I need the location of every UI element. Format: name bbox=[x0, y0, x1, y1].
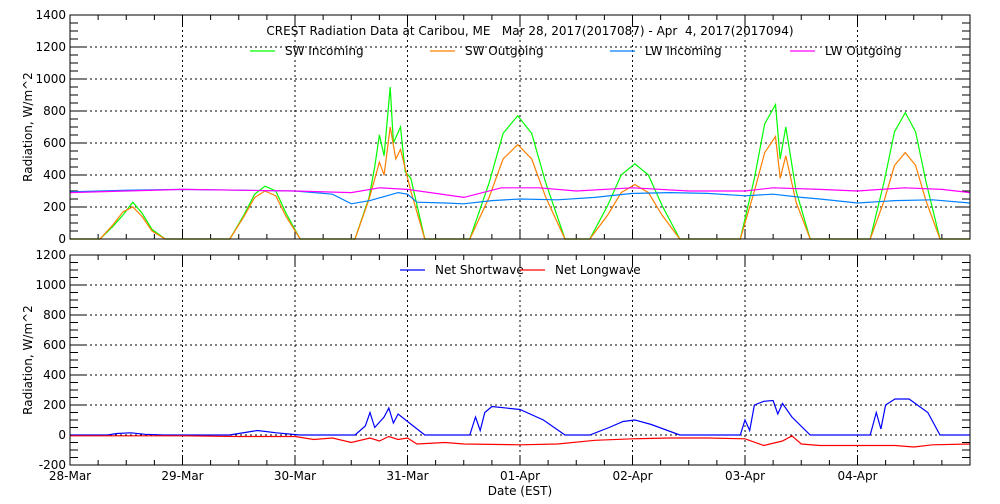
x-tick-label: 31-Mar bbox=[386, 469, 428, 483]
y-tick-label: 1000 bbox=[35, 278, 66, 292]
x-tick-label: 01-Apr bbox=[500, 469, 540, 483]
y-tick-label: 800 bbox=[43, 308, 66, 322]
x-tick-label: 29-Mar bbox=[161, 469, 203, 483]
y-tick-label: 200 bbox=[43, 200, 66, 214]
y-tick-label: 400 bbox=[43, 168, 66, 182]
y-tick-label: 1200 bbox=[35, 40, 66, 54]
y-tick-label: 400 bbox=[43, 368, 66, 382]
x-axis-label: Date (EST) bbox=[488, 484, 552, 498]
radiation-chart: 0 200 400 600 800 1000 1200 1400 SW Incoming SW O… bbox=[21, 8, 971, 498]
y-tick-label: 1400 bbox=[35, 8, 66, 22]
chart-title: CREST Radiation Data at Caribou, ME Mar … bbox=[266, 24, 793, 38]
x-tick-label: 03-Apr bbox=[725, 469, 765, 483]
legend-label-net_lw: Net Longwave bbox=[555, 263, 641, 277]
y-axis-label-top: Radiation, W/m^2 bbox=[21, 72, 35, 182]
y-tick-label: 1000 bbox=[35, 72, 66, 86]
legend-label-lw_in: LW Incoming bbox=[645, 44, 722, 58]
y-tick-label: 800 bbox=[43, 104, 66, 118]
legend-label-sw_out: SW Outgoing bbox=[465, 44, 544, 58]
legend-label-sw_in: SW Incoming bbox=[285, 44, 364, 58]
top-panel: 0 200 400 600 800 1000 1200 1400 SW Incoming SW O… bbox=[35, 8, 971, 246]
series-sw_out bbox=[70, 126, 970, 240]
bottom-panel: -200020040060080010001200Net Shortwave Ne… bbox=[35, 248, 971, 483]
y-tick-label: 1200 bbox=[35, 248, 66, 262]
x-tick-label: 02-Apr bbox=[612, 469, 652, 483]
y-tick-label: 0 bbox=[58, 428, 66, 442]
x-tick-label: 30-Mar bbox=[274, 469, 316, 483]
y-tick-label: 0 bbox=[58, 232, 66, 246]
x-tick-label: 28-Mar bbox=[49, 469, 91, 483]
y-tick-label: 200 bbox=[43, 398, 66, 412]
legend-label-net_sw: Net Shortwave bbox=[435, 263, 524, 277]
x-tick-label: 04-Apr bbox=[837, 469, 877, 483]
y-axis-label-bottom: Radiation, W/m^2 bbox=[21, 305, 35, 415]
legend-label-lw_out: LW Outgoing bbox=[825, 44, 902, 58]
y-tick-label: 600 bbox=[43, 338, 66, 352]
y-tick-label: 600 bbox=[43, 136, 66, 150]
